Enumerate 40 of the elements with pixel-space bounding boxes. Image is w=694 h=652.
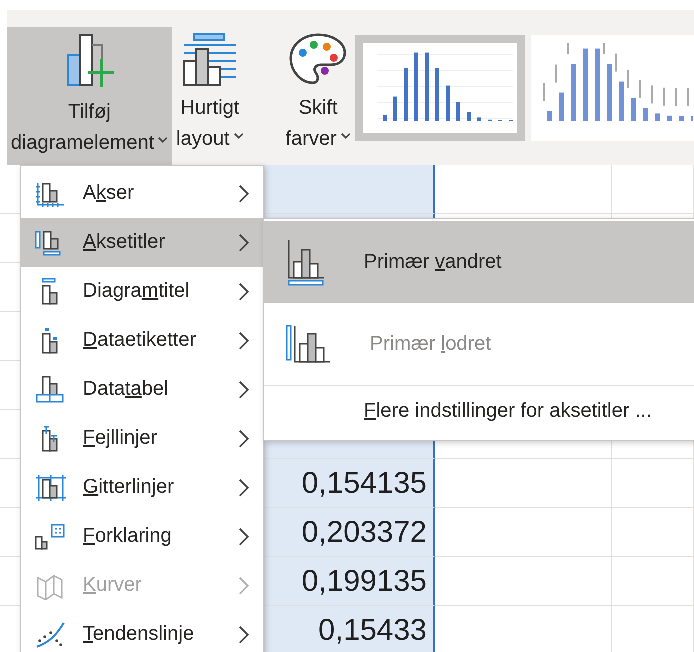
caret-icon [158,137,168,144]
quick-layout-icon [182,33,238,87]
menu-item[interactable]: Tendenslinje [21,610,263,652]
menu-item[interactable]: Dataetiketter [21,316,263,365]
menu-item[interactable]: Akser [21,169,263,218]
gridlines-icon [35,474,67,502]
chevron-right-icon [239,626,249,644]
add-chart-element-button[interactable]: Tilføj diagramelement [7,27,172,165]
chevron-right-icon [239,184,249,202]
chevron-right-icon [239,234,249,252]
chevron-right-icon [239,528,249,546]
legend-icon [35,522,67,550]
chevron-right-icon [239,380,249,398]
menu-item[interactable]: Datatabel [21,365,263,414]
menu-item[interactable]: Gitterlinjer [21,463,263,512]
chevron-right-icon [239,282,249,300]
quick-layout-button[interactable]: Hurtigt layout [172,27,248,165]
menu-item[interactable]: Diagramtitel [21,267,263,316]
palette-icon [289,33,348,87]
table-cell: 0,199135 [265,557,435,606]
table-cell: 0,15433 [265,606,435,652]
table-cell: 0,154135 [265,459,435,508]
data-table-icon [35,376,67,404]
caret-icon [234,133,244,140]
chevron-right-icon [239,332,249,350]
vertical-axis-title-icon [286,324,332,364]
chart-style-thumbnail[interactable] [354,35,525,141]
trendline-icon [35,620,67,648]
menu-item[interactable]: Forklaring [21,512,263,561]
horizontal-axis-title-icon [286,238,326,286]
menu-item[interactable]: Flere indstillinger for aksetitler ... [264,385,694,436]
table-cell: 0,203372 [265,508,435,557]
chevron-right-icon [239,430,249,448]
menu-item[interactable]: Fejllinjer [21,414,263,463]
change-colors-button[interactable]: Skift farver [282,27,355,165]
caret-icon [340,133,351,140]
menu-item[interactable]: Aksetitler [21,218,263,267]
chevron-right-icon [239,478,249,496]
menu-item[interactable]: Primær vandret [264,221,694,303]
chevron-right-icon [239,576,249,594]
